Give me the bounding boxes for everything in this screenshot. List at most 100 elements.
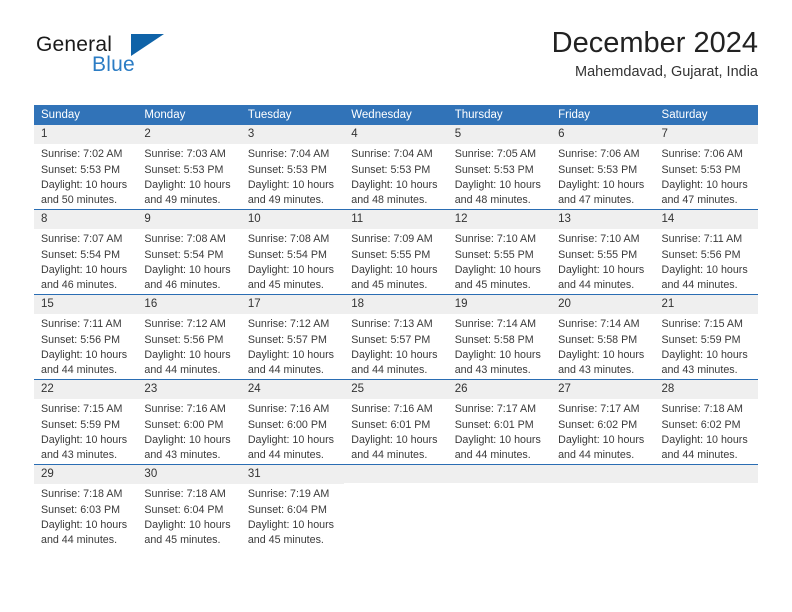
sunrise-text: Sunrise: 7:09 AM [351,233,433,246]
weekday-header-thursday: Thursday [447,105,552,125]
calendar-day-cell[interactable]: 20 Sunrise: 7:14 AM Sunset: 5:58 PM Dayligh… [551,294,655,380]
day-number: 16 [137,295,241,315]
daylight-text-line2: and 46 minutes. [41,279,118,292]
calendar-day-cell[interactable]: 12 Sunrise: 7:10 AM Sunset: 5:55 PM Dayligh… [447,209,552,295]
sunset-text: Sunset: 5:58 PM [558,333,638,346]
calendar-day-cell[interactable]: 9 Sunrise: 7:08 AM Sunset: 5:54 PM Daylight… [137,209,241,295]
daylight-text-line1: Daylight: 10 hours [558,433,645,446]
day-sun-info: Sunrise: 7:16 AM Sunset: 6:01 PM Daylight:… [344,399,447,463]
sunrise-text: Sunrise: 7:10 AM [558,233,640,246]
day-sun-info: Sunrise: 7:06 AM Sunset: 5:53 PM Daylight:… [551,144,654,208]
calendar-day-cell[interactable]: 8 Sunrise: 7:07 AM Sunset: 5:54 PM Daylight… [34,209,138,295]
sunset-text: Sunset: 5:56 PM [144,333,224,346]
daylight-text-line2: and 44 minutes. [558,279,635,292]
brand-name-general: General [36,33,113,56]
daylight-text-line1: Daylight: 10 hours [661,348,748,361]
calendar-day-cell[interactable]: 3 Sunrise: 7:04 AM Sunset: 5:53 PM Daylight… [240,125,345,210]
daylight-text-line1: Daylight: 10 hours [144,433,231,446]
calendar-header-row: Sunday Monday Tuesday Wednesday Thursday… [34,105,758,125]
calendar-day-cell[interactable]: 10 Sunrise: 7:08 AM Sunset: 5:54 PM Dayligh… [240,209,345,295]
calendar-day-cell[interactable]: 2 Sunrise: 7:03 AM Sunset: 5:53 PM Daylight… [137,125,241,210]
sunset-text: Sunset: 5:54 PM [144,248,224,261]
calendar-day-cell[interactable]: 29 Sunrise: 7:18 AM Sunset: 6:03 PM Dayligh… [34,464,138,549]
sunset-text: Sunset: 6:04 PM [144,503,224,516]
brand-logo[interactable]: General Blue [34,28,254,88]
day-number [654,465,758,483]
calendar-day-cell[interactable]: 31 Sunrise: 7:19 AM Sunset: 6:04 PM Dayligh… [240,464,345,549]
sunset-text: Sunset: 5:53 PM [454,163,534,176]
calendar-day-cell[interactable]: 13 Sunrise: 7:10 AM Sunset: 5:55 PM Dayligh… [551,209,655,295]
day-sun-info: Sunrise: 7:15 AM Sunset: 5:59 PM Daylight:… [34,399,137,463]
calendar-day-cell[interactable]: 19 Sunrise: 7:14 AM Sunset: 5:58 PM Dayligh… [447,294,552,380]
calendar-day-cell-empty [654,464,758,549]
daylight-text-line2: and 44 minutes. [351,364,428,377]
daylight-text-line2: and 44 minutes. [41,364,118,377]
daylight-text-line1: Daylight: 10 hours [454,263,541,276]
sunrise-text: Sunrise: 7:10 AM [454,233,537,246]
daylight-text-line2: and 44 minutes. [247,449,324,462]
daylight-text-line1: Daylight: 10 hours [558,263,645,276]
daylight-text-line1: Daylight: 10 hours [41,518,128,531]
daylight-text-line2: and 45 minutes. [454,279,531,292]
sunset-text: Sunset: 5:56 PM [661,248,741,261]
sunrise-text: Sunrise: 7:06 AM [661,148,743,161]
day-sun-info: Sunrise: 7:14 AM Sunset: 5:58 PM Daylight:… [551,314,654,378]
sunrise-text: Sunrise: 7:19 AM [247,488,330,501]
daylight-text-line1: Daylight: 10 hours [247,433,334,446]
daylight-text-line1: Daylight: 10 hours [144,178,231,191]
calendar-table: Sunday Monday Tuesday Wednesday Thursday… [34,105,758,549]
page-subtitle: Mahemdavad, Gujarat, India [575,64,758,81]
daylight-text-line2: and 44 minutes. [247,364,324,377]
day-sun-info: Sunrise: 7:02 AM Sunset: 5:53 PM Daylight:… [34,144,137,208]
daylight-text-line2: and 49 minutes. [144,194,221,207]
calendar-day-cell[interactable]: 22 Sunrise: 7:15 AM Sunset: 5:59 PM Dayligh… [34,379,138,465]
calendar-day-cell[interactable]: 16 Sunrise: 7:12 AM Sunset: 5:56 PM Dayligh… [137,294,241,380]
daylight-text-line1: Daylight: 10 hours [661,178,748,191]
day-sun-info: Sunrise: 7:12 AM Sunset: 5:56 PM Daylight:… [137,314,240,378]
sunrise-text: Sunrise: 7:08 AM [144,233,226,246]
day-number: 4 [344,125,448,145]
calendar-day-cell[interactable]: 21 Sunrise: 7:15 AM Sunset: 5:59 PM Dayligh… [654,294,758,380]
calendar-day-cell[interactable]: 1 Sunrise: 7:02 AM Sunset: 5:53 PM Daylight… [34,125,138,210]
day-number: 22 [34,380,138,400]
calendar-day-cell[interactable]: 15 Sunrise: 7:11 AM Sunset: 5:56 PM Dayligh… [34,294,138,380]
day-number: 19 [447,295,552,315]
daylight-text-line1: Daylight: 10 hours [558,348,645,361]
day-number: 10 [240,210,345,230]
calendar-day-cell[interactable]: 4 Sunrise: 7:04 AM Sunset: 5:53 PM Daylight… [344,125,448,210]
calendar-day-cell[interactable]: 26 Sunrise: 7:17 AM Sunset: 6:01 PM Dayligh… [447,379,552,465]
day-sun-info: Sunrise: 7:15 AM Sunset: 5:59 PM Daylight:… [655,314,758,378]
sunrise-text: Sunrise: 7:07 AM [41,233,123,246]
calendar-day-cell[interactable]: 7 Sunrise: 7:06 AM Sunset: 5:53 PM Daylight… [654,125,758,210]
calendar-day-cell[interactable]: 30 Sunrise: 7:18 AM Sunset: 6:04 PM Dayligh… [137,464,241,549]
sunset-text: Sunset: 5:58 PM [454,333,534,346]
daylight-text-line1: Daylight: 10 hours [144,348,231,361]
sunset-text: Sunset: 6:01 PM [351,418,431,431]
calendar-day-cell[interactable]: 6 Sunrise: 7:06 AM Sunset: 5:53 PM Daylight… [551,125,655,210]
sunset-text: Sunset: 6:00 PM [144,418,224,431]
day-number: 28 [654,380,758,400]
day-number: 6 [551,125,655,145]
day-number: 18 [344,295,448,315]
calendar-day-cell[interactable]: 17 Sunrise: 7:12 AM Sunset: 5:57 PM Dayligh… [240,294,345,380]
day-number: 27 [551,380,655,400]
sunrise-text: Sunrise: 7:18 AM [144,488,226,501]
calendar-day-cell[interactable]: 24 Sunrise: 7:16 AM Sunset: 6:00 PM Dayligh… [240,379,345,465]
calendar-day-cell[interactable]: 28 Sunrise: 7:18 AM Sunset: 6:02 PM Dayligh… [654,379,758,465]
daylight-text-line2: and 43 minutes. [454,364,531,377]
calendar-day-cell[interactable]: 14 Sunrise: 7:11 AM Sunset: 5:56 PM Dayligh… [654,209,758,295]
triangle-flag-icon [131,34,164,56]
calendar-day-cell[interactable]: 25 Sunrise: 7:16 AM Sunset: 6:01 PM Dayligh… [344,379,448,465]
sunrise-text: Sunrise: 7:14 AM [558,318,640,331]
calendar-day-cell[interactable]: 5 Sunrise: 7:05 AM Sunset: 5:53 PM Daylight… [447,125,552,210]
daylight-text-line1: Daylight: 10 hours [661,263,748,276]
daylight-text-line1: Daylight: 10 hours [247,263,334,276]
calendar-day-cell[interactable]: 11 Sunrise: 7:09 AM Sunset: 5:55 PM Dayligh… [344,209,448,295]
calendar-day-cell[interactable]: 18 Sunrise: 7:13 AM Sunset: 5:57 PM Dayligh… [344,294,448,380]
sunrise-text: Sunrise: 7:14 AM [454,318,537,331]
daylight-text-line2: and 43 minutes. [144,449,221,462]
calendar-day-cell[interactable]: 27 Sunrise: 7:17 AM Sunset: 6:02 PM Dayligh… [551,379,655,465]
sunset-text: Sunset: 6:02 PM [558,418,638,431]
calendar-day-cell[interactable]: 23 Sunrise: 7:16 AM Sunset: 6:00 PM Dayligh… [137,379,241,465]
sunset-text: Sunset: 5:57 PM [247,333,327,346]
